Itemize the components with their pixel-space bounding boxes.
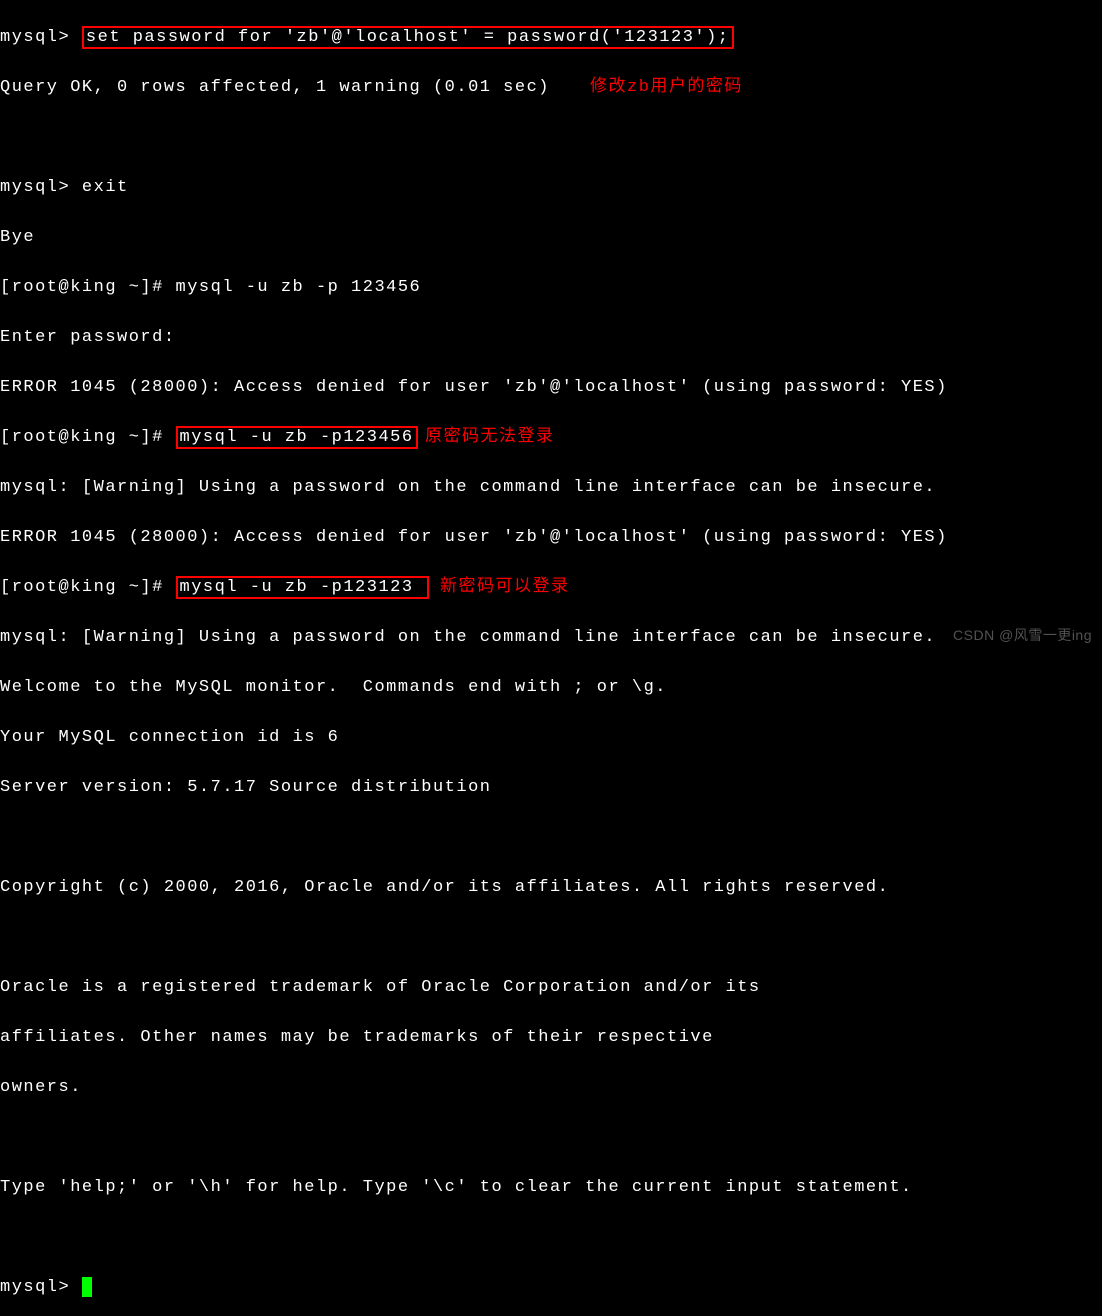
terminal-line: mysql: [Warning] Using a password on the… (0, 475, 1102, 500)
highlighted-command: set password for 'zb'@'localhost' = pass… (82, 26, 734, 49)
terminal-line: [root@king ~]# mysql -u zb -p123456 原密码无法… (0, 425, 1102, 450)
output-text: Query OK, 0 rows affected, 1 warning (0.… (0, 78, 550, 97)
annotation-old-password-fails: 原密码无法登录 (425, 425, 555, 450)
terminal-window[interactable]: mysql> set password for 'zb'@'localhost'… (0, 0, 1102, 1316)
terminal-line: Your MySQL connection id is 6 (0, 725, 1102, 750)
prompt-text: mysql> (0, 1278, 82, 1297)
terminal-line (0, 825, 1102, 850)
terminal-line: owners. (0, 1075, 1102, 1100)
highlighted-command: mysql -u zb -p123456 (176, 426, 418, 449)
terminal-line (0, 1125, 1102, 1150)
terminal-line: mysql> (0, 1275, 1102, 1300)
terminal-line (0, 925, 1102, 950)
cursor-icon (82, 1277, 92, 1297)
annotation-change-password: 修改zb用户的密码 (590, 75, 743, 100)
terminal-line: affiliates. Other names may be trademark… (0, 1025, 1102, 1050)
terminal-line: Welcome to the MySQL monitor. Commands e… (0, 675, 1102, 700)
prompt-text: [root@king ~]# (0, 428, 176, 447)
annotation-new-password-works: 新密码可以登录 (440, 575, 570, 600)
terminal-line: mysql> set password for 'zb'@'localhost'… (0, 25, 1102, 50)
highlighted-command: mysql -u zb -p123123 (176, 576, 430, 599)
prompt-text: mysql> (0, 28, 82, 47)
prompt-text: [root@king ~]# (0, 578, 176, 597)
terminal-line: Type 'help;' or '\h' for help. Type '\c'… (0, 1175, 1102, 1200)
watermark-text: CSDN @风雪一更ing (953, 623, 1092, 648)
terminal-line: [root@king ~]# mysql -u zb -p123123 新密码可… (0, 575, 1102, 600)
terminal-line: Oracle is a registered trademark of Orac… (0, 975, 1102, 1000)
terminal-line: ERROR 1045 (28000): Access denied for us… (0, 375, 1102, 400)
terminal-line: [root@king ~]# mysql -u zb -p 123456 (0, 275, 1102, 300)
terminal-line: Query OK, 0 rows affected, 1 warning (0.… (0, 75, 1102, 100)
terminal-line: Server version: 5.7.17 Source distributi… (0, 775, 1102, 800)
terminal-line: Bye (0, 225, 1102, 250)
terminal-line: Enter password: (0, 325, 1102, 350)
terminal-line (0, 1225, 1102, 1250)
terminal-line: mysql> exit (0, 175, 1102, 200)
terminal-line: Copyright (c) 2000, 2016, Oracle and/or … (0, 875, 1102, 900)
terminal-line (0, 125, 1102, 150)
terminal-line: mysql: [Warning] Using a password on the… (0, 625, 1102, 650)
terminal-line: ERROR 1045 (28000): Access denied for us… (0, 525, 1102, 550)
